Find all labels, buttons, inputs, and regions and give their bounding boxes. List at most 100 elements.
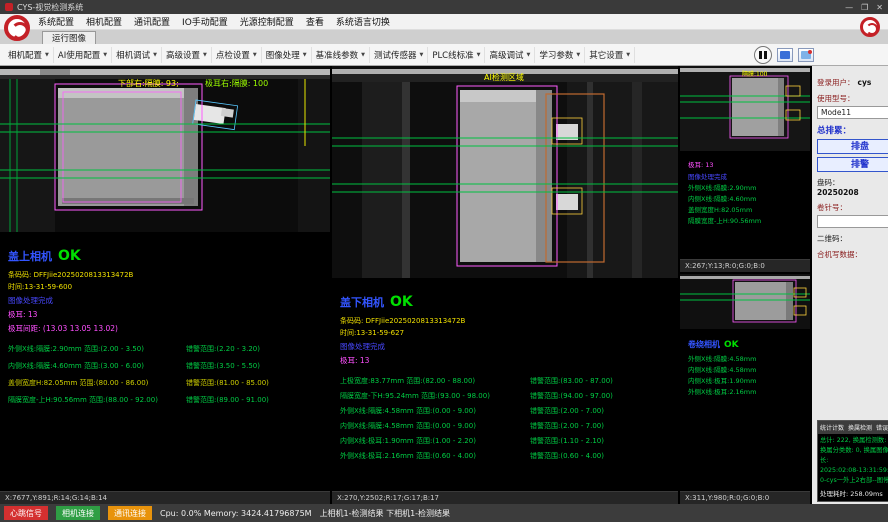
model-select[interactable]: Mode11 <box>817 106 888 119</box>
upper-result-panel: 盖上相机 OK 条码码: DFFJiie2025020813313472B 时间… <box>0 232 330 491</box>
aux1-pixel-readout: X:267;Y:13;R:0;G:0;B:0 <box>680 259 810 272</box>
measurement-row: 隔膜宽度-下H:95.24mm 范围:(93.00 - 98.00)错警范围:(… <box>340 391 670 401</box>
menu-system-config[interactable]: 系统配置 <box>38 15 74 28</box>
lower-camera-image[interactable]: AI检测区域 <box>332 66 678 278</box>
process-time: 处理耗时: 258.09ms <box>820 488 888 498</box>
stats-line: 0-cys一外上2右部--图停 <box>820 476 888 486</box>
measurement-row: 外侧X线:隔膜:2.90mm 范围:(2.00 - 3.50)错警范围:(2.2… <box>8 344 322 354</box>
tabstrip: 运行图像 <box>0 30 888 44</box>
chevron-down-icon: ▼ <box>45 52 49 58</box>
chevron-down-icon: ▼ <box>253 52 257 58</box>
tool-spot-check-settings[interactable]: 点检设置▼ <box>212 47 262 63</box>
aux1-measurements: 外侧X线:隔膜:2.90mm 内侧X线:隔膜:4.60mm 盖侧宽度H:82.0… <box>688 183 802 227</box>
close-button[interactable]: ✕ <box>876 3 883 12</box>
qr-code-label: 二维码： <box>817 233 888 244</box>
measurement-row: 隔膜宽度-上H:90.56mm 范围:(88.00 - 92.00)错警范围:(… <box>8 395 322 405</box>
upper-camera-title: 盖上相机 <box>8 248 52 264</box>
measurement-row: 上极宽度:83.77mm 范围:(82.00 - 88.00)错警范围:(83.… <box>340 376 670 386</box>
menu-camera-config[interactable]: 相机配置 <box>86 15 122 28</box>
needle-number-label: 卷针号： <box>817 202 888 213</box>
measurement-line: 隔膜宽度-上H:90.56mm <box>688 216 802 227</box>
upper-camera-image[interactable]: 下部右:隔膜: 93; 极耳右:隔膜: 100 <box>0 66 330 232</box>
app-window: CYS-视觉检测系统 — ❐ ✕ 系统配置 相机配置 通讯配置 IO手动配置 光… <box>0 0 888 522</box>
tool-advanced-debug[interactable]: 高级调试▼ <box>485 47 535 63</box>
camera-view-button-2[interactable] <box>798 48 814 62</box>
tool-image-processing[interactable]: 图像处理▼ <box>262 47 312 63</box>
cpu-memory-readout: Cpu: 0.0% Memory: 3424.41796875M <box>160 509 312 518</box>
brand-logo <box>4 15 30 41</box>
tool-camera-config[interactable]: 相机配置▼ <box>4 47 54 63</box>
stats-tab-changeover[interactable]: 换属检测 <box>848 423 872 432</box>
chevron-down-icon: ▼ <box>626 52 630 58</box>
needle-number-input[interactable] <box>817 215 888 228</box>
ai-region-label: AI检测区域 <box>484 72 524 82</box>
tool-other-settings[interactable]: 其它设置▼ <box>585 47 635 63</box>
lower-camera-panel: AI检测区域 盖下相机 OK 条码码: DFFJiie2025020813313… <box>332 66 678 504</box>
menu-io-manual-config[interactable]: IO手动配置 <box>182 15 228 28</box>
aux-camera-image-1[interactable]: 隔膜:100 <box>680 66 810 151</box>
measurement-row: 内侧X线:隔膜:4.60mm 范围:(3.00 - 6.00)错警范围:(3.5… <box>8 361 322 371</box>
pause-button[interactable] <box>754 46 772 64</box>
tool-baseline-params[interactable]: 基准线参数▼ <box>312 47 370 63</box>
tool-advanced-settings[interactable]: 高级设置▼ <box>162 47 212 63</box>
statusbar: 心跳信号 相机连接 通讯连接 Cpu: 0.0% Memory: 3424.41… <box>0 504 888 522</box>
heartbeat-indicator[interactable]: 心跳信号 <box>4 506 48 520</box>
aux1-tab-count: 极耳: 13 <box>688 159 802 169</box>
titlebar: CYS-视觉检测系统 — ❐ ✕ <box>0 0 888 14</box>
tool-camera-debug[interactable]: 相机调试▼ <box>112 47 162 63</box>
write-data-label: 合机写数据： <box>817 249 888 260</box>
camera-view-button-1[interactable] <box>777 48 793 62</box>
tool-learning-params[interactable]: 学习参数▼ <box>535 47 585 63</box>
app-icon <box>5 3 13 11</box>
tool-plc-standard[interactable]: PLC线标准▼ <box>428 47 485 63</box>
tray-button-2[interactable]: 排警 <box>817 157 888 172</box>
camera-results-label: 上相机1-检测结果 下相机1-检测结果 <box>320 508 451 519</box>
measurement-row: 内侧X线:隔膜:4.58mm 范围:(0.00 - 9.00)错警范围:(2.0… <box>340 421 670 431</box>
chevron-down-icon: ▼ <box>419 52 423 58</box>
stats-tabs: 统计计数 换属检测 错误信息 <box>818 421 888 434</box>
main-area: 下部右:隔膜: 93; 极耳右:隔膜: 100 盖上相机 OK 条码码: DFF… <box>0 66 888 504</box>
upper-barcode: 条码码: DFFJiie2025020813313472B <box>8 270 322 280</box>
login-user-value: cys <box>858 78 872 87</box>
model-label: 使用型号： <box>817 93 888 104</box>
aux2-result-status: OK <box>724 340 739 350</box>
aux-camera-image-2[interactable] <box>680 274 810 329</box>
upper-tab-pitch: 极耳间距: (13.03 13.05 13.02) <box>8 323 322 334</box>
stats-tab-errors[interactable]: 错误信息 <box>876 423 888 432</box>
measurement-line: 外侧X线:极耳:2.16mm <box>688 387 802 398</box>
measurement-row: 外侧X线:隔膜:4.58mm 范围:(0.00 - 9.00)错警范围:(2.0… <box>340 406 670 416</box>
chevron-down-icon: ▼ <box>477 52 481 58</box>
lower-timestamp: 时间:13-31-59-627 <box>340 328 670 338</box>
comm-connection-indicator[interactable]: 通讯连接 <box>108 506 152 520</box>
tray-button-1[interactable]: 排盘 <box>817 139 888 154</box>
menu-view[interactable]: 查看 <box>306 15 324 28</box>
measurement-row: 外侧X线:极耳:2.16mm 范围:(0.60 - 4.00)错警范围:(0.6… <box>340 451 670 461</box>
maximize-button[interactable]: ❐ <box>861 3 868 12</box>
minimize-button[interactable]: — <box>845 3 853 12</box>
stats-panel: 统计计数 换属检测 错误信息 总计: 222, 换属检测数: 17, 换属分类数… <box>817 420 888 502</box>
menu-language-switch[interactable]: 系统语言切换 <box>336 15 390 28</box>
lower-result-panel: 盖下相机 OK 条码码: DFFJiie2025020813313472B 时间… <box>332 278 678 491</box>
measurement-line: 内侧X线:隔膜:4.60mm <box>688 194 802 205</box>
measurement-row: 盖侧宽度H:82.05mm 范围:(80.00 - 86.00)错警范围:(81… <box>8 378 322 388</box>
camera-record-icon <box>801 51 811 59</box>
lower-barcode: 条码码: DFFJiie2025020813313472B <box>340 316 670 326</box>
upper-measurement-rows: 外侧X线:隔膜:2.90mm 范围:(2.00 - 3.50)错警范围:(2.2… <box>8 344 322 405</box>
total-tray-label: 总排累： <box>817 124 888 136</box>
tab-run-image[interactable]: 运行图像 <box>42 31 96 44</box>
menu-comm-config[interactable]: 通讯配置 <box>134 15 170 28</box>
menubar: 系统配置 相机配置 通讯配置 IO手动配置 光源控制配置 查看 系统语言切换 <box>0 14 888 30</box>
tool-ai-usage-config[interactable]: AI使用配置▼ <box>54 47 112 63</box>
upper-result-status: OK <box>58 248 81 264</box>
aux2-camera-title: 卷绕相机 <box>688 339 720 350</box>
chevron-down-icon: ▼ <box>103 52 107 58</box>
chevron-down-icon: ▼ <box>153 52 157 58</box>
menu-light-control-config[interactable]: 光源控制配置 <box>240 15 294 28</box>
chevron-down-icon: ▼ <box>576 52 580 58</box>
upper-overlay-label-left: 下部右:隔膜: 93; <box>118 78 179 88</box>
lower-process-status: 图像处理完成 <box>340 341 670 352</box>
upper-timestamp: 时间:13-31-59-600 <box>8 282 322 292</box>
camera-connection-indicator[interactable]: 相机连接 <box>56 506 100 520</box>
tool-test-sensor[interactable]: 测试传感器▼ <box>370 47 428 63</box>
stats-tab-count[interactable]: 统计计数 <box>820 423 844 432</box>
